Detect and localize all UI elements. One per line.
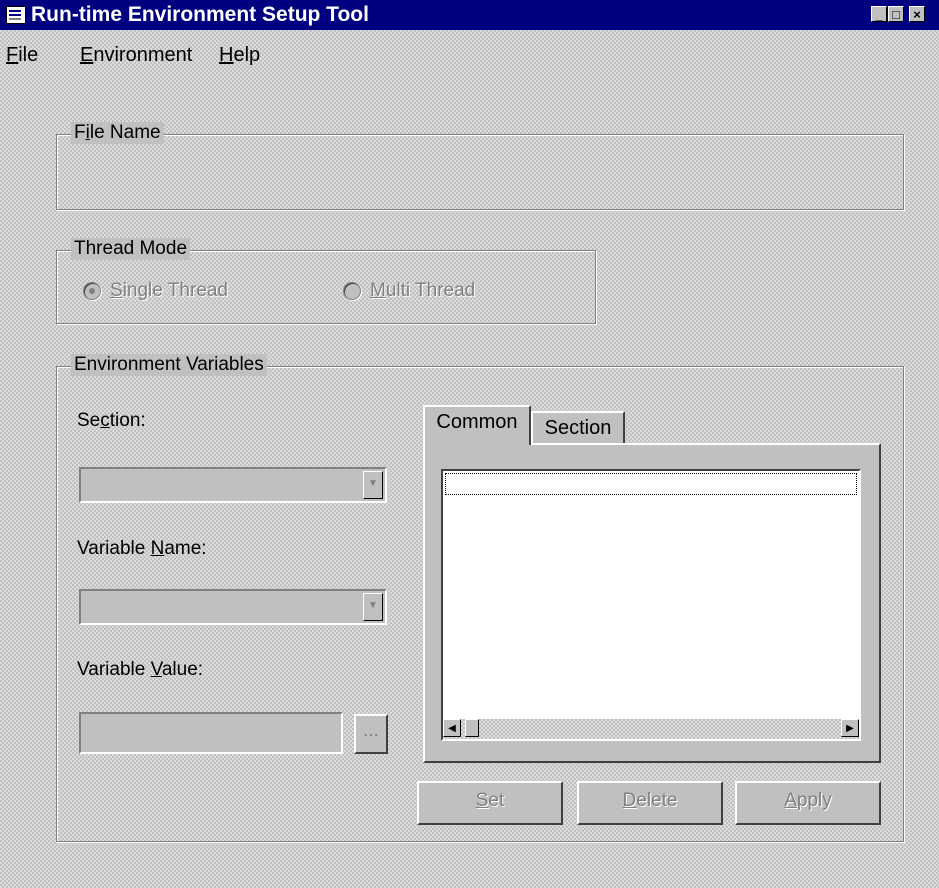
file-name-group: File Name xyxy=(56,122,904,210)
browse-button[interactable]: ... xyxy=(354,714,388,754)
section-label: Section: xyxy=(77,410,146,431)
thread-mode-legend: Thread Mode xyxy=(71,238,191,260)
arrow-right-icon: ▶ xyxy=(846,723,854,734)
scroll-left-button[interactable]: ◀ xyxy=(443,719,461,737)
horizontal-scrollbar[interactable]: ◀ ▶ xyxy=(443,719,859,739)
menu-help[interactable]: Help xyxy=(219,44,260,67)
maximize-button[interactable]: □ xyxy=(888,6,904,22)
list-focus-row[interactable] xyxy=(445,473,857,495)
maximize-icon: □ xyxy=(892,7,900,22)
close-button[interactable]: × xyxy=(909,6,925,22)
main-window: Run-time Environment Setup Tool _ □ × Fi… xyxy=(0,0,939,888)
section-combo-dropdown-button[interactable]: ▼ xyxy=(363,471,383,499)
app-window-icon[interactable] xyxy=(6,6,26,24)
tab-section[interactable]: Section xyxy=(531,411,625,443)
title-bar[interactable]: Run-time Environment Setup Tool _ □ × xyxy=(0,0,939,30)
apply-button[interactable]: Apply xyxy=(735,781,881,825)
multi-thread-label[interactable]: Multi Thread xyxy=(370,280,475,302)
variable-value-input[interactable] xyxy=(79,712,343,754)
menu-environment[interactable]: Environment xyxy=(80,44,192,67)
scroll-thumb[interactable] xyxy=(465,719,479,737)
single-thread-label[interactable]: Single Thread xyxy=(110,280,228,302)
file-name-legend: File Name xyxy=(71,122,164,144)
multi-thread-radio[interactable] xyxy=(343,282,361,300)
thread-mode-group: Thread Mode Single Thread Multi Thread xyxy=(56,238,596,324)
set-button[interactable]: Set xyxy=(417,781,563,825)
single-thread-radio[interactable] xyxy=(83,282,101,300)
minimize-button[interactable]: _ xyxy=(871,6,887,22)
tab-panel-common: ◀ ▶ xyxy=(423,443,881,763)
menu-bar: File Environment Help xyxy=(0,44,939,70)
variable-value-label: Variable Value: xyxy=(77,659,204,680)
arrow-left-icon: ◀ xyxy=(448,723,456,734)
minimize-icon: _ xyxy=(875,7,883,22)
variable-name-label: Variable Name: xyxy=(77,538,207,559)
environment-variables-group: Environment Variables Section: ▼ Variabl… xyxy=(56,354,904,842)
environment-variables-legend: Environment Variables xyxy=(71,354,267,376)
tab-common[interactable]: Common xyxy=(423,405,531,445)
scroll-right-button[interactable]: ▶ xyxy=(841,719,859,737)
chevron-down-icon: ▼ xyxy=(368,478,378,489)
variable-name-dropdown-button[interactable]: ▼ xyxy=(363,593,383,621)
menu-file[interactable]: File xyxy=(6,44,38,67)
delete-button[interactable]: Delete xyxy=(577,781,723,825)
variables-listbox[interactable]: ◀ ▶ xyxy=(441,469,861,741)
chevron-down-icon: ▼ xyxy=(368,600,378,611)
close-icon: × xyxy=(913,7,921,22)
window-title: Run-time Environment Setup Tool xyxy=(31,3,369,26)
variable-name-combobox[interactable]: ▼ xyxy=(79,589,387,625)
section-combobox[interactable]: ▼ xyxy=(79,467,387,503)
